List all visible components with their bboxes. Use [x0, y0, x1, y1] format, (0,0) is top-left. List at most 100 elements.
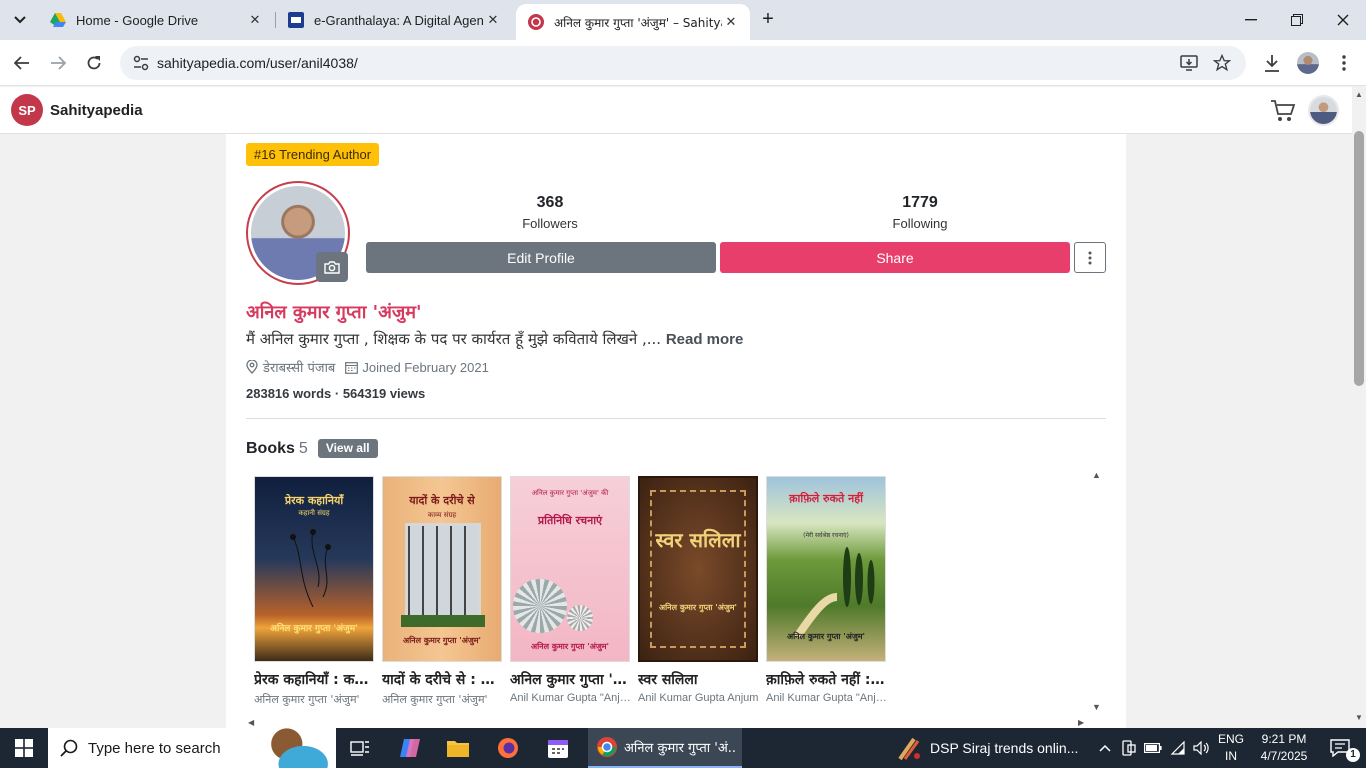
- book-card[interactable]: प्रेरक कहानियाँ कहानी संग्रह अनिल कुमार …: [254, 476, 376, 707]
- book-title[interactable]: यादों के दरीचे से : काव्य संग्रह: [382, 670, 504, 689]
- book-card[interactable]: यादों के दरीचे से काव्य संग्रह अनिल कुमा…: [382, 476, 504, 707]
- read-more-link[interactable]: Read more: [666, 331, 744, 348]
- view-all-books-button[interactable]: View all: [317, 439, 378, 458]
- share-button[interactable]: Share: [720, 242, 1070, 273]
- book-cover[interactable]: स्वर सलिला अनिल कुमार गुप्ता 'अंजुम': [638, 476, 758, 662]
- book-card[interactable]: स्वर सलिला अनिल कुमार गुप्ता 'अंजुम' स्व…: [638, 476, 760, 704]
- close-icon[interactable]: ✕: [722, 14, 740, 30]
- edit-profile-button[interactable]: Edit Profile: [366, 242, 716, 273]
- wifi-button[interactable]: [1168, 728, 1188, 768]
- tab-google-drive[interactable]: Home - Google Drive ✕: [38, 0, 274, 40]
- tab-search-button[interactable]: [6, 6, 34, 34]
- book-author[interactable]: Anil Kumar Gupta Anjum: [638, 692, 760, 704]
- scroll-up-icon[interactable]: ▲: [1355, 90, 1363, 99]
- close-icon[interactable]: ✕: [246, 12, 264, 28]
- tab-e-granthalaya[interactable]: e-Granthalaya: A Digital Agenda ✕: [276, 0, 512, 40]
- windows-logo-icon: [15, 739, 33, 757]
- phone-link-icon: [1122, 740, 1136, 756]
- downloads-button[interactable]: [1258, 49, 1286, 77]
- file-explorer-button[interactable]: [438, 732, 478, 764]
- cart-icon[interactable]: [1270, 99, 1296, 123]
- sahityapedia-logo[interactable]: SP: [11, 94, 43, 126]
- more-options-button[interactable]: [1074, 242, 1106, 273]
- following-stat[interactable]: 1779 Following: [820, 194, 1020, 231]
- volume-button[interactable]: [1191, 728, 1211, 768]
- page-scrollbar[interactable]: ▲ ▼: [1352, 87, 1366, 727]
- book-cover[interactable]: अनिल कुमार गुप्ता 'अंजुम' की प्रतिनिधि र…: [510, 476, 630, 662]
- bookmark-star-icon[interactable]: [1210, 51, 1234, 75]
- kebab-menu-icon: [1088, 251, 1092, 264]
- sahityapedia-icon: [528, 14, 544, 30]
- change-photo-button[interactable]: [316, 252, 348, 282]
- firefox-button[interactable]: [488, 732, 528, 764]
- tray-app-icon[interactable]: [1120, 728, 1138, 768]
- joined-date: Joined February 2021: [362, 359, 489, 375]
- book-author[interactable]: Anil Kumar Gupta "Anjum": [510, 692, 632, 704]
- scrollbar-thumb[interactable]: [1354, 131, 1364, 386]
- book-author[interactable]: अनिल कुमार गुप्ता 'अंजुम': [382, 692, 504, 707]
- new-tab-button[interactable]: +: [756, 8, 780, 32]
- book-cover[interactable]: यादों के दरीचे से काव्य संग्रह अनिल कुमा…: [382, 476, 502, 662]
- cover-title: यादों के दरीचे से: [409, 494, 475, 507]
- ornate-frame: [650, 490, 746, 648]
- notification-count: 1: [1346, 748, 1360, 762]
- url-text[interactable]: sahityapedia.com/user/anil4038/: [157, 55, 358, 71]
- book-author[interactable]: अनिल कुमार गुप्ता 'अंजुम': [254, 692, 376, 707]
- system-clock[interactable]: 9:21 PM 4/7/2025: [1252, 731, 1316, 765]
- chevron-down-icon: [14, 16, 26, 24]
- kite-illustration: [290, 529, 331, 607]
- book-card[interactable]: क़ाफ़िले रुकते नहीं (मेरी सर्वश्रेष्ठ रच…: [766, 476, 888, 704]
- profile-card: #16 Trending Author 368 Followers 1779 F…: [226, 134, 1126, 728]
- news-widget[interactable]: DSP Siraj trends onlin...: [896, 728, 1078, 768]
- install-app-icon[interactable]: [1177, 51, 1201, 75]
- book-card[interactable]: अनिल कुमार गुप्ता 'अंजुम' की प्रतिनिधि र…: [510, 476, 632, 704]
- book-cover[interactable]: प्रेरक कहानियाँ कहानी संग्रह अनिल कुमार …: [254, 476, 374, 662]
- calendar-app-button[interactable]: [538, 732, 578, 764]
- copilot-icon: [400, 739, 420, 757]
- task-view-icon: [350, 741, 369, 756]
- tray-overflow-button[interactable]: [1096, 728, 1114, 768]
- reload-button[interactable]: [80, 49, 108, 77]
- back-button[interactable]: [8, 49, 36, 77]
- browser-tabstrip: Home - Google Drive ✕ e-Granthalaya: A D…: [0, 0, 1366, 40]
- browser-menu-button[interactable]: [1330, 49, 1358, 77]
- minimize-icon: [1245, 19, 1257, 21]
- book-title[interactable]: अनिल कुमार गुप्ता 'अंजुम' की प्रतिनिधि र…: [510, 670, 632, 689]
- tab-title: e-Granthalaya: A Digital Agenda: [314, 12, 484, 28]
- scroll-down-icon[interactable]: ▼: [1355, 713, 1363, 722]
- calendar-icon: [345, 361, 359, 374]
- battery-button[interactable]: [1143, 728, 1163, 768]
- scroll-right-icon[interactable]: ▶: [1078, 718, 1084, 727]
- scroll-up-icon[interactable]: ▲: [1092, 470, 1101, 480]
- close-window-button[interactable]: [1320, 0, 1366, 40]
- profile-button[interactable]: [1294, 49, 1322, 77]
- taskbar-chrome-window[interactable]: अनिल कुमार गुप्ता 'अं...: [588, 728, 742, 768]
- task-view-button[interactable]: [340, 732, 380, 764]
- notifications-button[interactable]: 1: [1320, 728, 1360, 768]
- book-title[interactable]: प्रेरक कहानियाँ : कहानी संग्रह: [254, 670, 376, 689]
- site-settings-icon[interactable]: [132, 54, 150, 72]
- clock-time: 9:21 PM: [1261, 732, 1307, 746]
- book-title[interactable]: क़ाफ़िले रुकते नहीं : श्रेष्ठ रचनाएं: [766, 670, 888, 689]
- start-button[interactable]: [0, 728, 48, 768]
- address-bar[interactable]: sahityapedia.com/user/anil4038/: [120, 46, 1246, 80]
- forward-button[interactable]: [44, 49, 72, 77]
- close-icon[interactable]: ✕: [484, 12, 502, 28]
- copilot-button[interactable]: [390, 732, 430, 764]
- book-author[interactable]: Anil Kumar Gupta "Anjum": [766, 692, 888, 704]
- site-name[interactable]: Sahityapedia: [50, 102, 143, 119]
- book-title[interactable]: स्वर सलिला: [638, 670, 760, 689]
- scroll-left-icon[interactable]: ◀: [248, 718, 254, 727]
- scroll-down-icon[interactable]: ▼: [1092, 702, 1101, 712]
- language-indicator[interactable]: ENG IN: [1214, 731, 1248, 765]
- wifi-icon: [1170, 741, 1185, 755]
- book-cover[interactable]: क़ाफ़िले रुकते नहीं (मेरी सर्वश्रेष्ठ रच…: [766, 476, 886, 662]
- minimize-button[interactable]: [1228, 0, 1274, 40]
- taskbar-search[interactable]: Type here to search: [48, 728, 336, 768]
- followers-stat[interactable]: 368 Followers: [450, 194, 650, 231]
- download-icon: [1265, 55, 1279, 72]
- restore-button[interactable]: [1274, 0, 1320, 40]
- header-avatar[interactable]: [1308, 95, 1339, 126]
- location-pin-icon: [246, 360, 258, 374]
- tab-sahityapedia[interactable]: अनिल कुमार गुप्ता 'अंजुम' – Sahitya ✕: [516, 4, 750, 40]
